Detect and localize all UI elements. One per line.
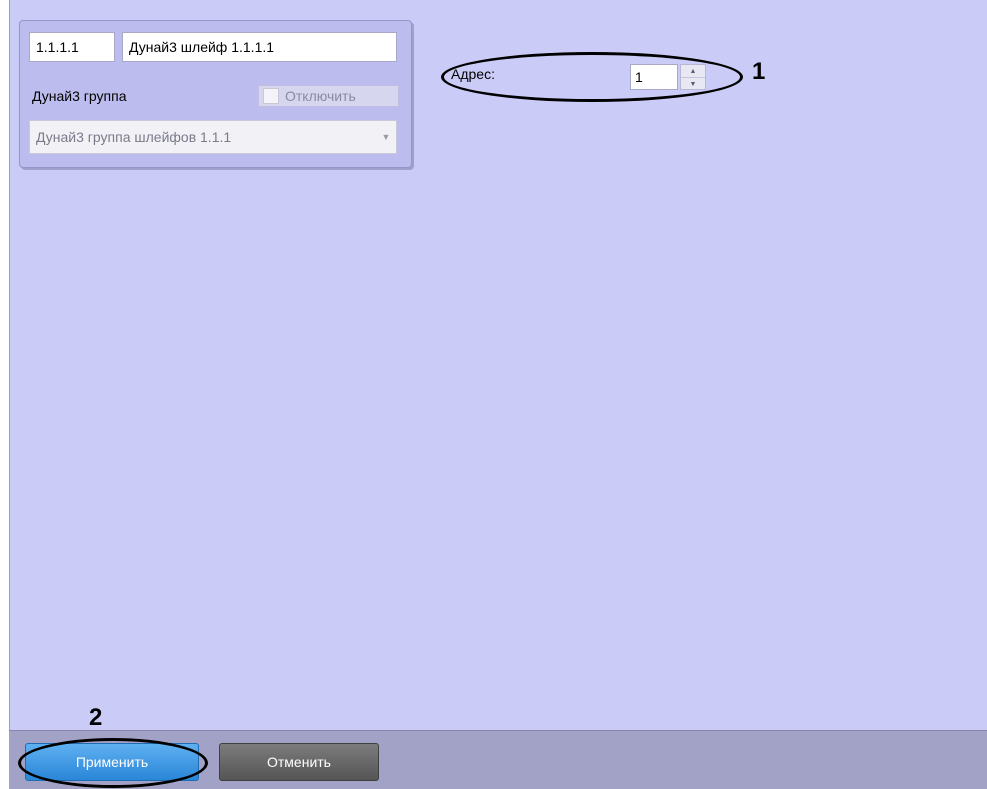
callout-oval-apply (18, 738, 208, 788)
callout-number-2: 2 (89, 704, 103, 731)
object-name-field[interactable]: Дунай3 шлейф 1.1.1.1 (122, 32, 397, 62)
object-header-card: 1.1.1.1 Дунай3 шлейф 1.1.1.1 Дунай3 груп… (19, 20, 412, 168)
cancel-button[interactable]: Отменить (219, 743, 379, 781)
settings-window: 1.1.1.1 Дунай3 шлейф 1.1.1.1 Дунай3 груп… (0, 0, 987, 789)
callout-number-1: 1 (752, 58, 766, 85)
group-label: Дунай3 группа (32, 88, 127, 104)
group-select[interactable]: Дунай3 группа шлейфов 1.1.1 ▼ (29, 120, 397, 154)
disable-toggle[interactable]: Отключить (258, 85, 399, 107)
object-id-field[interactable]: 1.1.1.1 (29, 32, 115, 62)
group-select-value: Дунай3 группа шлейфов 1.1.1 (36, 129, 232, 145)
disable-label: Отключить (285, 88, 356, 104)
chevron-down-icon[interactable]: ▼ (376, 132, 396, 142)
disable-checkbox[interactable] (263, 88, 279, 104)
callout-oval-address (441, 52, 743, 102)
